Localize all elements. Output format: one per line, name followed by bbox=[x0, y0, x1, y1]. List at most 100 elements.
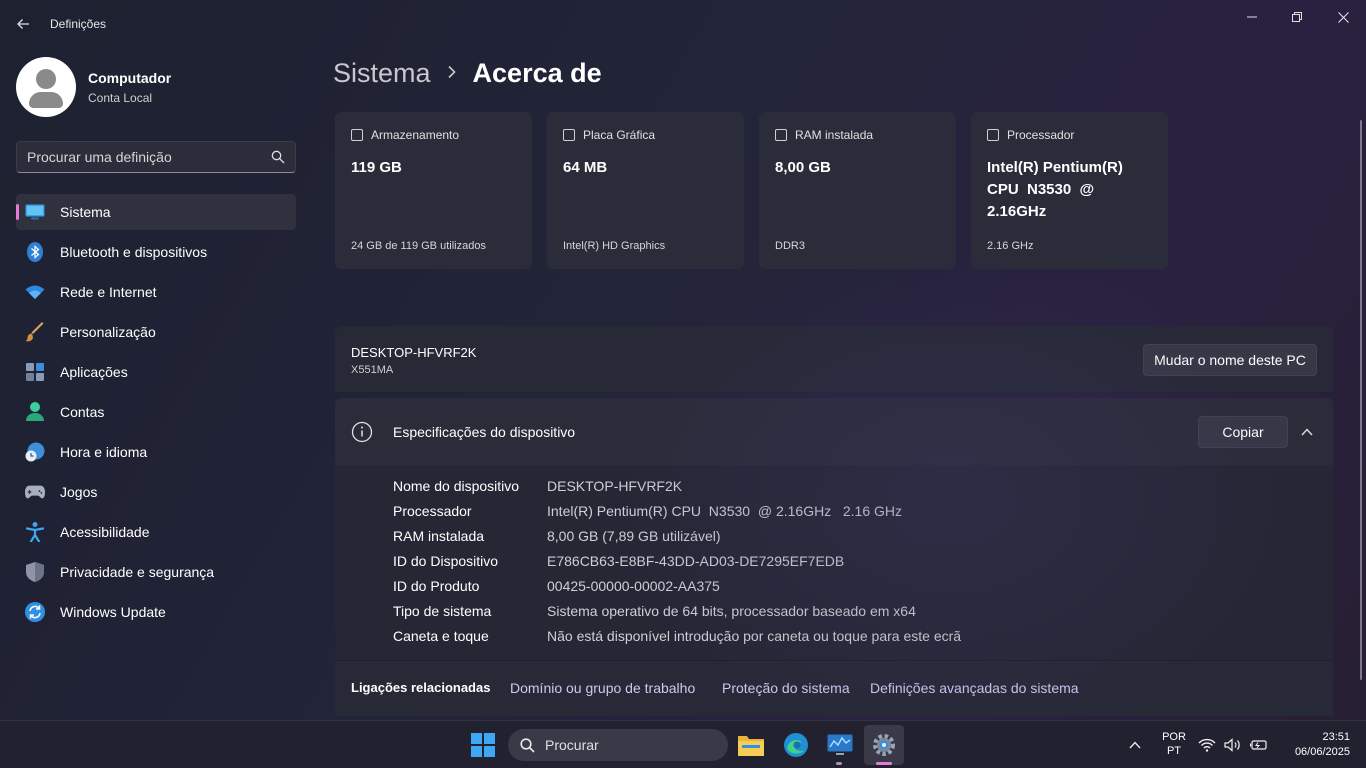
ram-card: RAM instalada 8,00 GB DDR3 bbox=[759, 112, 956, 269]
sidebar-item-sistema[interactable]: Sistema bbox=[16, 194, 296, 230]
title-bar: Definições bbox=[0, 0, 1366, 48]
card-footer: DDR3 bbox=[775, 240, 805, 252]
sidebar-item-privacy[interactable]: Privacidade e segurança bbox=[16, 554, 296, 590]
graphics-card: Placa Gráfica 64 MB Intel(R) HD Graphics bbox=[547, 112, 744, 269]
spec-value: E786CB63-E8BF-43DD-AD03-DE7295EF7EDB bbox=[547, 553, 845, 569]
settings-search-input[interactable]: Procurar uma definição bbox=[16, 141, 296, 173]
windows-logo-icon bbox=[471, 733, 495, 757]
storage-card: Armazenamento 119 GB 24 GB de 119 GB uti… bbox=[335, 112, 532, 269]
sidebar-item-windows-update[interactable]: Windows Update bbox=[16, 594, 296, 630]
taskbar-search[interactable]: Procurar bbox=[508, 729, 728, 761]
minimize-button[interactable] bbox=[1230, 4, 1274, 30]
sidebar-item-accounts[interactable]: Contas bbox=[16, 394, 296, 430]
collapse-button[interactable] bbox=[1297, 422, 1317, 442]
running-indicator bbox=[836, 762, 842, 765]
card-value: Intel(R) Pentium(R) CPU N3530 @ 2.16GHz bbox=[987, 159, 1127, 220]
quick-settings-button[interactable] bbox=[1198, 729, 1268, 761]
sidebar-item-label: Jogos bbox=[60, 484, 98, 500]
card-footer: Intel(R) HD Graphics bbox=[563, 240, 666, 252]
gamepad-icon bbox=[25, 482, 45, 502]
pc-model: X551MA bbox=[351, 364, 394, 376]
taskbar-search-label: Procurar bbox=[545, 737, 599, 753]
device-specs-header[interactable]: Especificações do dispositivo Copiar bbox=[335, 398, 1333, 465]
card-footer: 2.16 GHz bbox=[987, 240, 1034, 252]
update-icon bbox=[25, 602, 45, 622]
avatar bbox=[16, 57, 76, 117]
sidebar-item-label: Contas bbox=[60, 404, 105, 420]
wifi-icon bbox=[25, 282, 45, 302]
language-code: POR bbox=[1162, 731, 1186, 743]
sidebar-item-accessibility[interactable]: Acessibilidade bbox=[16, 514, 296, 550]
info-icon bbox=[351, 421, 373, 443]
pc-name-section: DESKTOP-HFVRF2K X551MA Mudar o nome dest… bbox=[335, 326, 1333, 392]
close-button[interactable] bbox=[1321, 4, 1365, 30]
clock[interactable]: 23:51 06/06/2025 bbox=[1280, 731, 1350, 758]
link-domain-workgroup[interactable]: Domínio ou grupo de trabalho bbox=[510, 680, 695, 696]
folder-icon bbox=[738, 736, 764, 756]
card-title: Armazenamento bbox=[371, 128, 460, 142]
sidebar-item-gaming[interactable]: Jogos bbox=[16, 474, 296, 510]
search-icon bbox=[271, 150, 285, 164]
sidebar-item-label: Privacidade e segurança bbox=[60, 564, 215, 580]
scrollbar[interactable] bbox=[1360, 120, 1362, 680]
spec-label: RAM instalada bbox=[393, 528, 485, 544]
spec-label: Nome do dispositivo bbox=[393, 478, 520, 494]
sidebar-item-network[interactable]: Rede e Internet bbox=[16, 274, 296, 310]
card-value: 119 GB bbox=[351, 159, 402, 176]
card-footer: 24 GB de 119 GB utilizados bbox=[351, 240, 486, 252]
card-title: Placa Gráfica bbox=[583, 128, 656, 142]
sidebar-item-label: Windows Update bbox=[60, 604, 166, 620]
chevron-right-icon bbox=[447, 62, 457, 85]
clock-date: 06/06/2025 bbox=[1294, 746, 1350, 758]
sidebar-nav: Sistema Bluetooth e dispositivos Rede e … bbox=[16, 194, 296, 634]
back-arrow-icon bbox=[17, 19, 29, 29]
chevron-up-icon bbox=[1301, 428, 1313, 436]
wifi-icon bbox=[1198, 738, 1216, 752]
card-title: RAM instalada bbox=[795, 128, 874, 142]
link-advanced-settings[interactable]: Definições avançadas do sistema bbox=[870, 680, 1079, 696]
storage-icon bbox=[351, 129, 363, 141]
related-links-section: Ligações relacionadas Domínio ou grupo d… bbox=[335, 660, 1333, 716]
user-profile[interactable]: Computador Conta Local bbox=[16, 57, 171, 117]
sidebar-item-time-language[interactable]: Hora e idioma bbox=[16, 434, 296, 470]
breadcrumb-parent[interactable]: Sistema bbox=[333, 58, 431, 89]
battery-icon bbox=[1250, 740, 1267, 750]
page-title: Acerca de bbox=[472, 58, 602, 88]
settings-app-button[interactable] bbox=[864, 725, 904, 765]
device-specs-title: Especificações do dispositivo bbox=[393, 424, 576, 440]
maximize-button[interactable] bbox=[1275, 4, 1319, 30]
taskbar: Procurar POR PT 23:51 06/06/2025 bbox=[0, 720, 1366, 768]
sidebar-item-personalization[interactable]: Personalização bbox=[16, 314, 296, 350]
clock-time: 23:51 bbox=[1322, 731, 1350, 743]
spec-row: Processador Intel(R) Pentium(R) CPU N3530… bbox=[393, 503, 902, 519]
accessibility-icon bbox=[25, 522, 45, 542]
search-placeholder: Procurar uma definição bbox=[27, 149, 172, 165]
start-button[interactable] bbox=[467, 729, 499, 761]
gear-icon bbox=[873, 734, 895, 756]
volume-icon bbox=[1224, 738, 1240, 752]
spec-label: ID do Dispositivo bbox=[393, 553, 499, 569]
edge-button[interactable] bbox=[780, 729, 812, 761]
card-value: 8,00 GB bbox=[775, 159, 831, 176]
input-language[interactable]: POR PT bbox=[1160, 731, 1188, 757]
ram-icon bbox=[775, 129, 787, 141]
copy-button[interactable]: Copiar bbox=[1198, 416, 1288, 448]
spec-value: Intel(R) Pentium(R) CPU N3530 @ 2.16GHz … bbox=[547, 503, 902, 519]
spec-label: ID do Produto bbox=[393, 578, 480, 594]
performance-monitor-icon bbox=[827, 734, 853, 755]
sidebar-item-label: Acessibilidade bbox=[60, 524, 150, 540]
link-system-protection[interactable]: Proteção do sistema bbox=[722, 680, 850, 696]
back-button[interactable] bbox=[8, 10, 38, 38]
tray-overflow-button[interactable] bbox=[1124, 729, 1146, 761]
rename-pc-button[interactable]: Mudar o nome deste PC bbox=[1143, 344, 1317, 376]
restore-icon bbox=[1292, 12, 1302, 22]
file-explorer-button[interactable] bbox=[735, 729, 767, 761]
sidebar-item-bluetooth[interactable]: Bluetooth e dispositivos bbox=[16, 234, 296, 270]
spec-value: DESKTOP-HFVRF2K bbox=[547, 478, 683, 494]
sidebar-item-label: Sistema bbox=[60, 204, 111, 220]
bluetooth-icon bbox=[25, 242, 45, 262]
monitor-app-button[interactable] bbox=[824, 729, 856, 761]
sidebar-item-apps[interactable]: Aplicações bbox=[16, 354, 296, 390]
card-value: 64 MB bbox=[563, 159, 608, 176]
shield-icon bbox=[25, 562, 45, 582]
